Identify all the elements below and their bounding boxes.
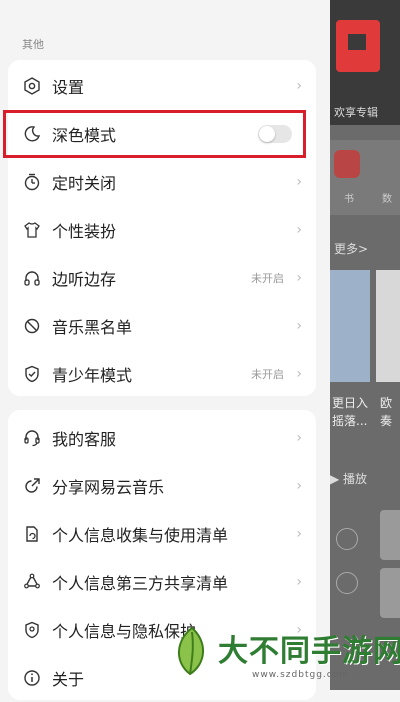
watermark-url: www.szdbtgg.com xyxy=(252,670,349,680)
menu-item-info-collection-list[interactable]: 个人信息收集与使用清单 › xyxy=(8,510,316,558)
section-title: 其他 xyxy=(22,38,44,51)
playlist-cover xyxy=(330,270,370,382)
menu-item-listen-and-save[interactable]: 边听边存 未开启 › xyxy=(8,254,316,302)
song-thumb xyxy=(380,510,400,560)
highlight-box xyxy=(3,110,306,158)
side-drawer: 其他 设置 › 深色模式 定时关闭 › 个性装扮 › 边听边存 未开启 › 音乐… xyxy=(0,0,330,700)
menu-item-personal-dress-up[interactable]: 个性装扮 › xyxy=(8,206,316,254)
status-text: 未开启 xyxy=(251,272,284,285)
menu-item-teen-mode[interactable]: 青少年模式 未开启 › xyxy=(8,350,316,398)
block-icon xyxy=(22,316,42,336)
menu-item-label: 关于 xyxy=(52,670,85,689)
lock-icon xyxy=(22,620,42,640)
doc-icon xyxy=(22,524,42,544)
chevron-right-icon: › xyxy=(296,366,302,382)
playlist-cover xyxy=(376,270,400,382)
list-play-icon xyxy=(336,572,358,594)
chevron-right-icon: › xyxy=(296,574,302,590)
menu-item-label: 个人信息收集与使用清单 xyxy=(52,526,229,545)
song-thumb xyxy=(380,568,400,618)
menu-item-third-party-sharing-list[interactable]: 个人信息第三方共享清单 › xyxy=(8,558,316,606)
play-all: ▶ 播放 xyxy=(330,472,368,486)
site-watermark: 大不同手游网 www.szdbtgg.com xyxy=(170,618,400,690)
shield-icon xyxy=(22,364,42,384)
timer-icon xyxy=(22,172,42,192)
card-title: 欧 xyxy=(380,396,393,410)
menu-item-share-app[interactable]: 分享网易云音乐 › xyxy=(8,462,316,510)
shirt-icon xyxy=(22,220,42,240)
background-cards: 更日入 摇落... 欧 奏 xyxy=(330,270,400,428)
background-banner: 欢享专辑 xyxy=(330,0,400,125)
chevron-right-icon: › xyxy=(296,270,302,286)
headset-icon xyxy=(22,428,42,448)
chevron-right-icon: › xyxy=(296,222,302,238)
menu-item-label: 音乐黑名单 xyxy=(52,318,133,337)
share-icon xyxy=(22,476,42,496)
menu-item-label: 个性装扮 xyxy=(52,222,117,241)
chevron-right-icon: › xyxy=(296,478,302,494)
menu-item-label: 分享网易云音乐 xyxy=(52,478,165,497)
chevron-right-icon: › xyxy=(296,526,302,542)
more-link: 更多> xyxy=(334,242,369,256)
background-app: 欢享专辑 书 数 更多> 更日入 摇落... 欧 奏 ▶ 播放 xyxy=(330,0,400,690)
status-text: 未开启 xyxy=(251,368,284,381)
shortcut-label: 数 xyxy=(382,194,392,205)
list-play-icon xyxy=(336,528,358,550)
banner-caption: 欢享专辑 xyxy=(334,106,378,119)
menu-item-label: 青少年模式 xyxy=(52,366,133,385)
chevron-right-icon: › xyxy=(296,430,302,446)
people-icon xyxy=(22,572,42,592)
menu-item-music-blacklist[interactable]: 音乐黑名单 › xyxy=(8,302,316,350)
menu-item-label: 定时关闭 xyxy=(52,174,117,193)
chevron-right-icon: › xyxy=(296,78,302,94)
chevron-right-icon: › xyxy=(296,174,302,190)
background-shortcuts: 书 数 xyxy=(330,140,400,215)
settings-icon xyxy=(22,76,42,96)
chevron-right-icon: › xyxy=(296,318,302,334)
menu-item-label: 边听边存 xyxy=(52,270,117,289)
menu-item-label: 个人信息第三方共享清单 xyxy=(52,574,229,593)
shortcut-label: 书 xyxy=(344,194,354,205)
menu-item-customer-service[interactable]: 我的客服 › xyxy=(8,414,316,462)
watermark-text: 大不同手游网 xyxy=(218,634,400,669)
info-icon xyxy=(22,668,42,688)
menu-item-timer-off[interactable]: 定时关闭 › xyxy=(8,158,316,206)
banner-logo xyxy=(336,20,380,72)
menu-item-label: 我的客服 xyxy=(52,430,117,449)
headphones-icon xyxy=(22,268,42,288)
card-title: 更日入 xyxy=(332,396,369,410)
menu-item-label: 设置 xyxy=(52,78,85,97)
menu-item-settings[interactable]: 设置 › xyxy=(8,62,316,110)
calendar-icon xyxy=(334,150,360,178)
card-title: 摇落... xyxy=(332,414,368,428)
leaf-logo-icon xyxy=(178,626,204,676)
card-title: 奏 xyxy=(380,414,393,428)
